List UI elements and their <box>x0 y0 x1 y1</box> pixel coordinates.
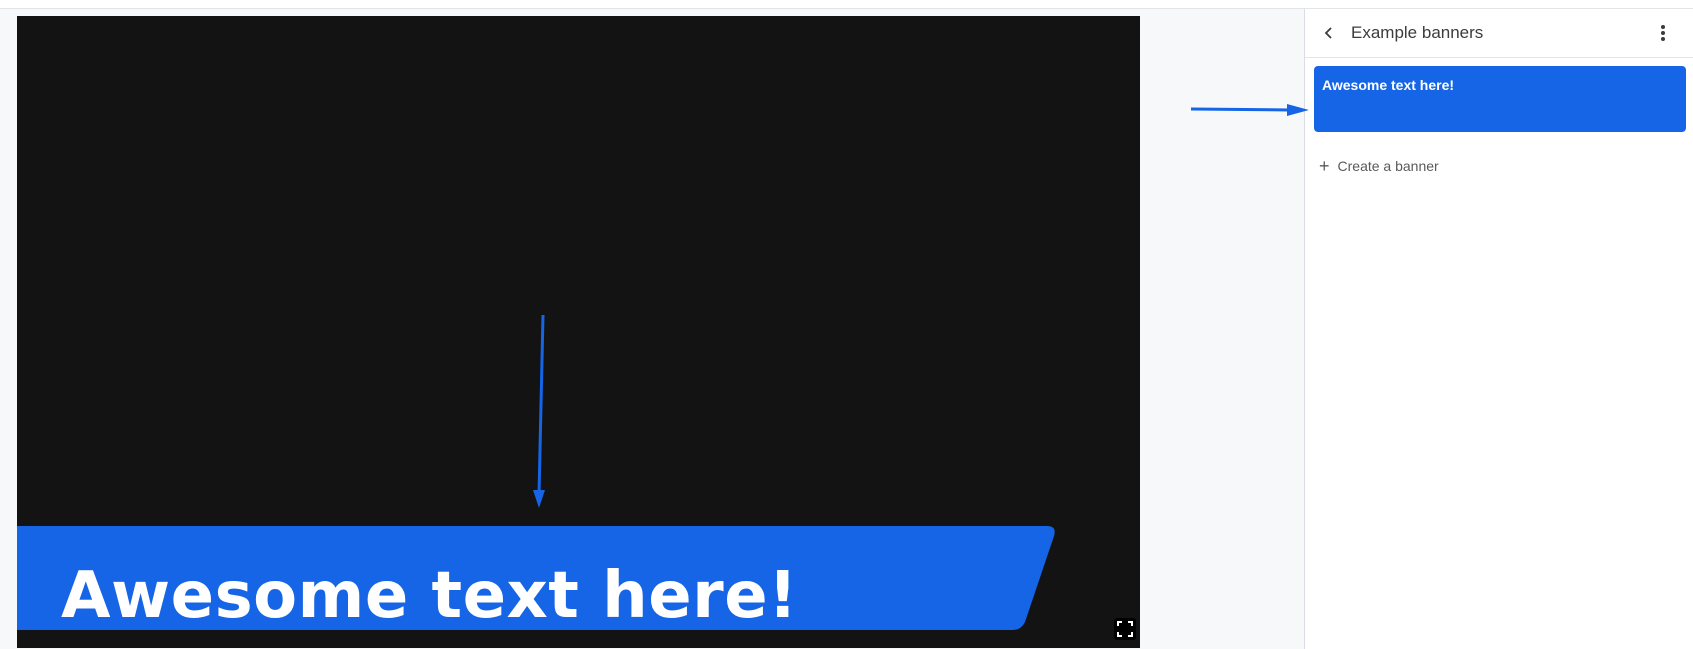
video-preview-stage: Awesome text here! <box>17 16 1140 648</box>
banner-card-label: Awesome text here! <box>1322 77 1455 93</box>
canvas-gap <box>1140 9 1304 649</box>
banner-text: Awesome text here! <box>61 559 798 633</box>
back-button[interactable] <box>1319 23 1339 43</box>
panel-header: Example banners <box>1305 9 1693 58</box>
more-vertical-icon <box>1661 25 1665 41</box>
fullscreen-icon <box>1117 621 1133 637</box>
chevron-left-icon <box>1324 27 1332 39</box>
panel-title: Example banners <box>1351 23 1484 42</box>
more-options-button[interactable] <box>1653 23 1673 43</box>
fullscreen-button[interactable] <box>1114 618 1136 640</box>
banners-panel: Example banners Awesome text here! + Cre… <box>1304 9 1693 649</box>
plus-icon: + <box>1319 156 1330 176</box>
create-banner-button[interactable]: + Create a banner <box>1319 155 1439 177</box>
left-gutter <box>0 9 17 649</box>
create-banner-label: Create a banner <box>1337 158 1439 174</box>
banner-card[interactable]: Awesome text here! <box>1314 66 1686 132</box>
top-border <box>0 0 1693 9</box>
